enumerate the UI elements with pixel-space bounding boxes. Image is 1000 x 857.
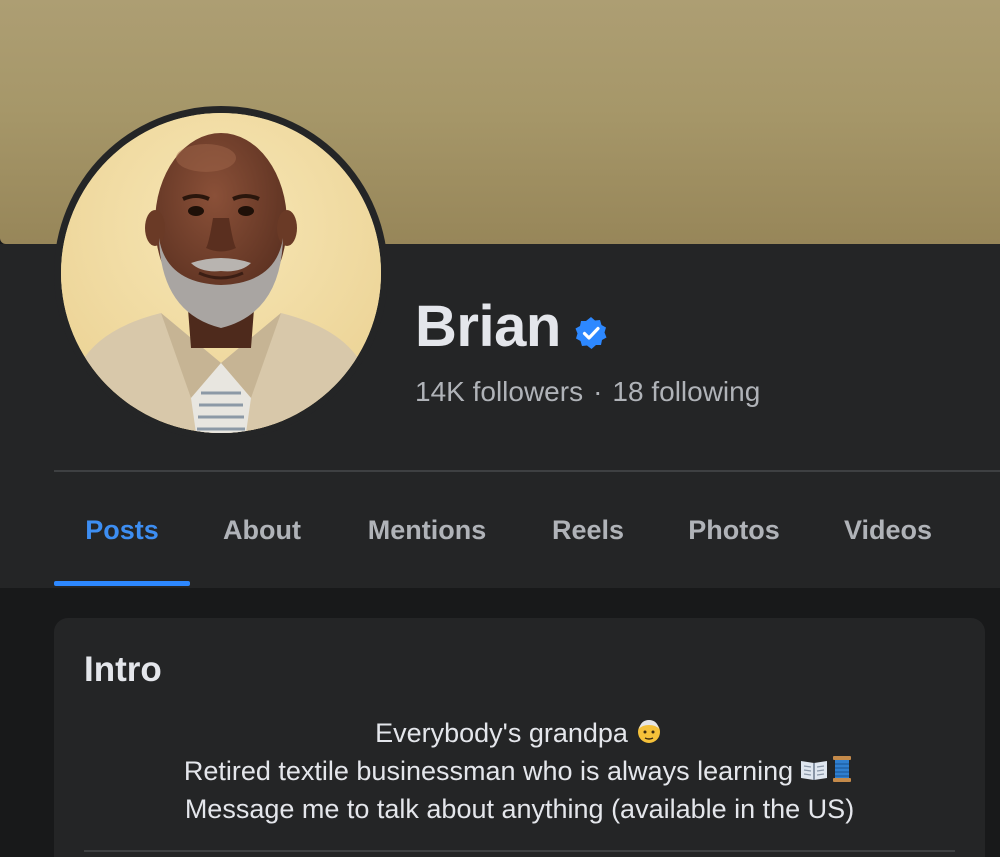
following-link[interactable]: 18 following: [612, 376, 760, 407]
profile-name: Brian: [415, 294, 561, 359]
follow-stats: 14K followers · 18 following: [415, 374, 760, 410]
bio-line: Retired textile businessman who is alway…: [54, 752, 985, 790]
avatar-portrait-image: [61, 113, 381, 433]
thread-spool-emoji-icon: [833, 756, 852, 782]
tab-mentions[interactable]: Mentions: [350, 472, 504, 588]
intro-bio: Everybody's grandpa Retired textile busi…: [54, 714, 985, 828]
stats-separator: ·: [593, 376, 603, 407]
tab-photos[interactable]: Photos: [672, 472, 796, 588]
tab-posts[interactable]: Posts: [54, 472, 190, 588]
intro-title: Intro: [84, 650, 162, 689]
tab-videos[interactable]: Videos: [826, 472, 950, 588]
verified-badge-icon[interactable]: [574, 316, 608, 350]
profile-tabs: Posts About Mentions Reels Photos Videos: [54, 472, 1000, 588]
bio-line: Everybody's grandpa: [54, 714, 985, 752]
intro-divider: [84, 850, 955, 852]
tab-reels[interactable]: Reels: [534, 472, 642, 588]
older-man-emoji-icon: [637, 720, 660, 743]
profile-avatar[interactable]: [61, 113, 381, 433]
tab-about[interactable]: About: [204, 472, 320, 588]
open-book-emoji-icon: [801, 761, 828, 780]
bio-line: Message me to talk about anything (avail…: [184, 794, 855, 824]
profile-page: Brian 14K followers · 18 following Posts A…: [0, 0, 1000, 857]
followers-link[interactable]: 14K followers: [415, 376, 583, 407]
intro-card: Intro Everybody's grandpa Retired textil…: [54, 618, 985, 857]
